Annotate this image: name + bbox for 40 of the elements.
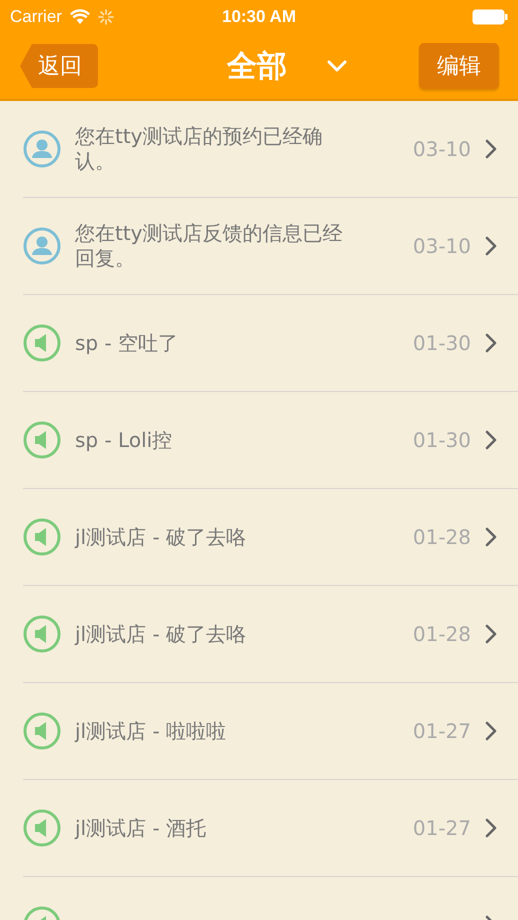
chevron-right-icon[interactable] xyxy=(485,527,497,547)
speaker-icon xyxy=(23,518,61,556)
user-avatar-icon xyxy=(23,130,61,168)
chevron-right-icon[interactable] xyxy=(485,818,497,838)
loading-spinner-icon xyxy=(98,8,114,24)
message-text: jl测试店 - 酒托 xyxy=(75,816,208,840)
message-date: 01-28 xyxy=(412,622,471,646)
chevron-right-icon[interactable] xyxy=(485,721,497,741)
message-text: jl测试店 - 破了去咯 xyxy=(75,524,248,550)
chevron-right-icon[interactable] xyxy=(485,430,497,450)
message-text: 您在tty测试店的预约已经确认。 xyxy=(75,124,324,174)
chevron-right-icon[interactable] xyxy=(485,624,497,644)
message-date: 01-27 xyxy=(412,816,471,840)
message-date: 01-27 xyxy=(412,719,471,743)
chevron-right-icon[interactable] xyxy=(485,139,497,159)
message-date: 01-28 xyxy=(412,525,471,549)
speaker-icon xyxy=(23,712,61,750)
battery-icon xyxy=(472,8,508,24)
message-date: 01-30 xyxy=(412,428,471,452)
speaker-icon xyxy=(23,809,61,847)
message-text: sp - 空吐了 xyxy=(75,330,180,356)
back-button[interactable]: 返回 xyxy=(20,44,98,88)
message-text: jl测试店 - 啦啦啦 xyxy=(75,718,228,744)
message-text: 您在tty测试店反馈的信息已经回复。 xyxy=(75,221,344,271)
message-date: 01-30 xyxy=(412,331,471,355)
wifi-icon xyxy=(70,9,90,24)
chevron-right-icon[interactable] xyxy=(485,236,497,256)
message-text: sp - Loli控 xyxy=(75,428,174,452)
nav-title[interactable]: 全部 xyxy=(227,46,287,86)
message-date: 03-10 xyxy=(412,234,471,258)
message-text: jl测试店 - 破了去咯 xyxy=(75,622,248,646)
message-date: 03-10 xyxy=(412,137,471,161)
chevron-right-icon[interactable] xyxy=(485,333,497,353)
user-avatar-icon xyxy=(23,227,61,265)
carrier-name: Carrier xyxy=(10,6,62,26)
edit-button[interactable]: 编辑 xyxy=(419,43,499,89)
speaker-icon xyxy=(23,421,61,459)
speaker-icon xyxy=(23,615,61,653)
speaker-icon xyxy=(23,324,61,362)
clock-time: 10:30 AM xyxy=(222,6,296,26)
